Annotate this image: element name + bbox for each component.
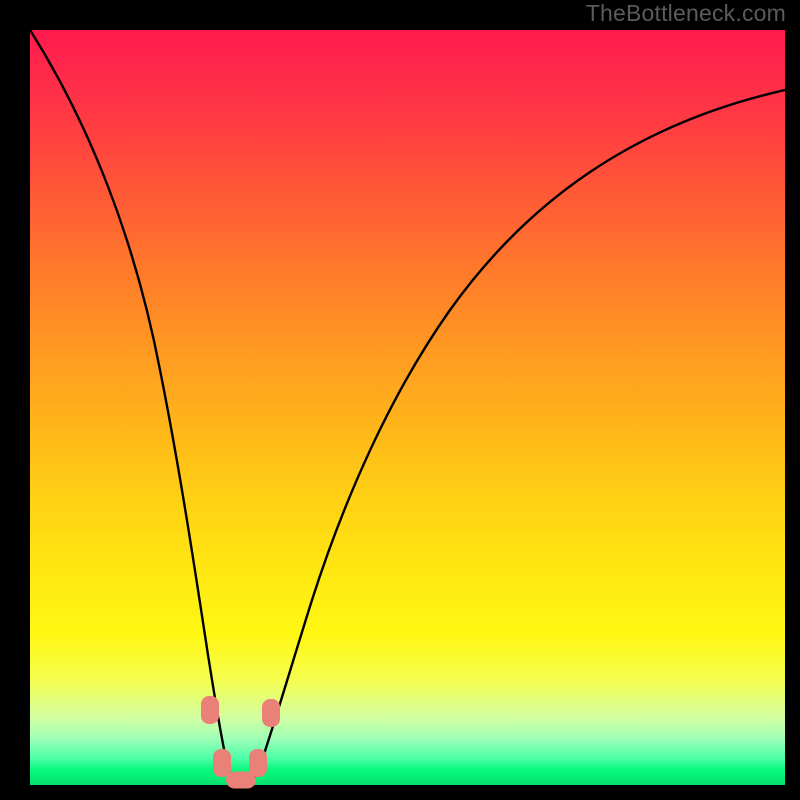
marker-right-shoulder-lower — [249, 749, 267, 777]
marker-left-shoulder-upper — [201, 696, 219, 724]
plot-area — [30, 30, 785, 785]
chart-root: TheBottleneck.com — [0, 0, 800, 800]
bottleneck-curve — [30, 30, 785, 784]
watermark-text: TheBottleneck.com — [586, 0, 786, 27]
marker-right-shoulder-upper — [262, 699, 280, 727]
curve-layer — [30, 30, 785, 785]
